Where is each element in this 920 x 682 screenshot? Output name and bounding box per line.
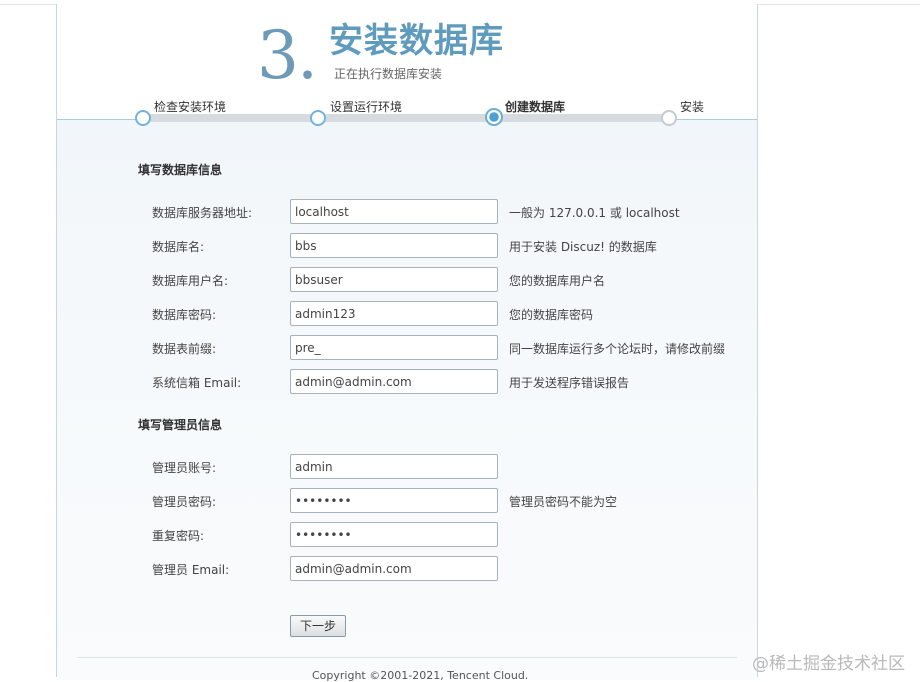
db-name-hint: 用于安装 Discuz! 的数据库 [509,240,657,254]
db-name-label: 数据库名: [152,240,205,254]
table-prefix-hint: 同一数据库运行多个论坛时，请修改前缀 [509,342,726,356]
installer-frame: 3. 安装数据库 正在执行数据库安装 检查安装环境 设置运行环境 创建数据库 安… [56,4,758,682]
db-section-title: 填写数据库信息 [138,163,223,177]
table-prefix-label: 数据表前缀: [152,342,217,356]
step-label-install: 安装 [680,100,705,114]
admin-password-hint: 管理员密码不能为空 [509,495,618,509]
step-label-create-db: 创建数据库 [505,100,566,114]
admin-email-label: 管理员 Email: [152,563,230,577]
table-prefix-input[interactable] [290,335,498,360]
db-user-hint: 您的数据库用户名 [509,274,606,288]
page-subtitle: 正在执行数据库安装 [334,67,443,81]
db-password-label: 数据库密码: [152,308,217,322]
watermark: @稀土掘金技术社区 [752,654,905,674]
progress-track [143,114,670,122]
step-dot-create-db [485,108,503,126]
step-dot-setup-env [310,110,326,126]
repeat-password-input[interactable] [290,522,498,547]
db-host-hint: 一般为 127.0.0.1 或 localhost [509,206,680,220]
copyright-text: Copyright ©2001-2021, Tencent Cloud. [312,669,529,682]
repeat-password-label: 重复密码: [152,529,205,543]
db-user-label: 数据库用户名: [152,274,229,288]
footer-divider [77,657,737,658]
admin-account-label: 管理员账号: [152,461,217,475]
admin-account-input[interactable] [290,454,498,479]
db-password-input[interactable] [290,301,498,326]
system-email-hint: 用于发送程序错误报告 [509,376,630,390]
admin-section-title: 填写管理员信息 [138,418,223,432]
step-label-check-env: 检查安装环境 [154,100,227,114]
page-title: 安装数据库 [329,21,504,61]
system-email-label: 系统信箱 Email: [152,376,242,390]
admin-password-input[interactable] [290,488,498,513]
db-host-input[interactable] [290,199,498,224]
admin-email-input[interactable] [290,556,498,581]
step-dot-install [661,110,677,126]
next-step-button[interactable]: 下一步 [290,615,346,637]
system-email-input[interactable] [290,369,498,394]
db-name-input[interactable] [290,233,498,258]
admin-password-label: 管理员密码: [152,495,217,509]
db-user-input[interactable] [290,267,498,292]
db-password-hint: 您的数据库密码 [509,308,594,322]
step-number: 3. [257,17,318,94]
step-label-setup-env: 设置运行环境 [330,100,403,114]
db-host-label: 数据库服务器地址: [152,206,253,220]
step-dot-check-env [135,110,151,126]
